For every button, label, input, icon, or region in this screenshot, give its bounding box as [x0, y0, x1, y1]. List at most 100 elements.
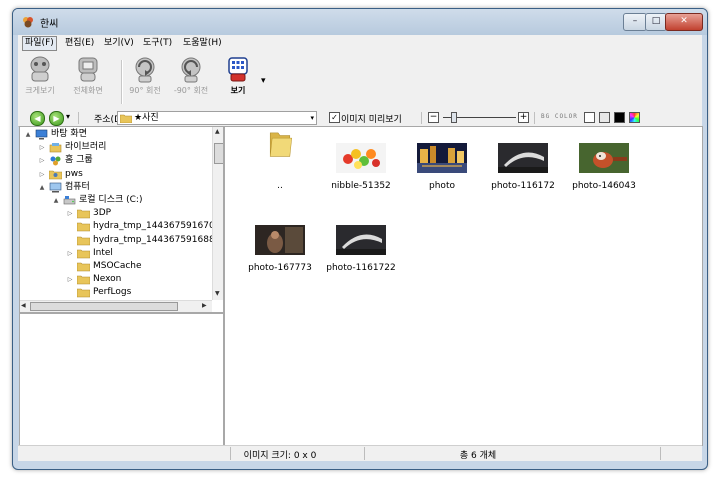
file-item[interactable]: photo-116172 — [483, 129, 563, 207]
tree-item-label: PerfLogs — [93, 287, 132, 298]
library-icon — [49, 143, 62, 153]
file-item-label: photo-1161722 — [326, 263, 396, 273]
preview-pane — [19, 313, 224, 446]
tree-expander-icon[interactable]: ▷ — [66, 273, 74, 286]
zoom-out-button[interactable]: − — [428, 112, 439, 123]
forward-button[interactable]: ▶ — [49, 111, 64, 126]
file-item[interactable]: nibble-51352 — [321, 129, 401, 207]
back-button[interactable]: ◀ — [30, 111, 45, 126]
view-label: 보기 — [230, 86, 246, 95]
toolbar-separator — [121, 60, 123, 104]
tree-vscroll-thumb[interactable] — [214, 143, 223, 164]
bg-swatch-custom[interactable] — [629, 112, 640, 123]
tree-item-label: hydra_tmp_1443675916708 — [93, 221, 221, 232]
folder-icon — [77, 236, 90, 245]
tree-expander-icon[interactable]: ▷ — [38, 154, 46, 167]
status-total: 총 6 개체 — [459, 451, 497, 461]
file-item-label: photo-116172 — [491, 181, 555, 191]
robot-fullscreen-icon — [78, 57, 98, 82]
window-title: 한씨 — [40, 19, 59, 30]
tree-item-label: 바탕 화면 — [51, 129, 87, 139]
tree-expander-icon[interactable]: ▷ — [66, 247, 74, 260]
tree-expander-icon[interactable]: ▷ — [38, 168, 46, 181]
tree-horizontal-scrollbar[interactable]: ◀ ▶ — [20, 300, 212, 312]
close-button[interactable]: ✕ — [665, 13, 703, 31]
tree-expander-icon[interactable]: ▷ — [66, 207, 74, 220]
status-divider — [364, 447, 365, 460]
file-item-label: photo-167773 — [248, 263, 312, 273]
file-item[interactable]: photo — [402, 129, 482, 207]
desktop-icon — [35, 129, 48, 140]
file-item-label: nibble-51352 — [331, 181, 391, 191]
app-icon — [23, 17, 33, 28]
zoom-separator — [534, 112, 535, 124]
tree-expander-icon[interactable]: ▲ — [52, 194, 60, 207]
file-item[interactable]: photo-167773 — [240, 211, 320, 289]
folder-icon — [77, 275, 90, 285]
fit-button[interactable]: 크게보기 — [20, 55, 60, 107]
file-list: .. nibble-51352 photo photo-116172 photo-146… — [224, 126, 703, 446]
tree-hscroll-thumb[interactable] — [30, 302, 178, 311]
status-bar: 이미지 크기: 0 x 0 총 6 개체 — [18, 445, 702, 461]
address-field[interactable]: ★사진 ▾ — [117, 111, 317, 125]
rotate-cw-icon — [135, 57, 155, 83]
zoom-in-button[interactable]: + — [518, 112, 529, 123]
bg-swatch-white[interactable] — [584, 112, 595, 123]
tree-item-label: 컴퓨터 — [65, 181, 90, 192]
folder-icon — [77, 223, 90, 232]
file-item[interactable]: photo-146043 — [564, 129, 644, 207]
tree-expander-icon[interactable]: ▲ — [38, 181, 46, 194]
fit-label: 크게보기 — [25, 86, 55, 95]
fullscreen-label: 전체화면 — [73, 86, 103, 95]
address-dropdown[interactable]: ▾ — [310, 112, 314, 124]
menu-edit[interactable]: 편집(E) — [63, 37, 96, 50]
menu-tools[interactable]: 도구(T) — [141, 37, 174, 50]
image-thumbnail — [498, 143, 548, 173]
view-dropdown-arrow[interactable]: ▾ — [261, 76, 266, 86]
folder-tree: ▲ 바탕 화면 ▷ 라이브러리 ▷ 홈 그룹 ▷ pws ▲ 컴퓨터 ▲ 로컬 디스크 (C:) ▷ 3D… — [19, 126, 224, 313]
file-item[interactable]: photo-1161722 — [321, 211, 401, 289]
preview-separator — [421, 112, 422, 124]
file-item[interactable]: .. — [240, 129, 320, 207]
robot-view-icon — [228, 57, 248, 82]
menu-view[interactable]: 보기(V) — [102, 37, 136, 50]
tree-item-label: Nexon — [93, 274, 122, 285]
zoom-slider-thumb[interactable] — [451, 112, 458, 123]
nav-separator — [78, 112, 79, 124]
bg-swatch-black[interactable] — [614, 112, 625, 123]
robot-fit-icon — [30, 56, 50, 82]
image-thumbnail — [336, 225, 386, 255]
rotate-cw-button[interactable]: 90° 회전 — [124, 55, 166, 107]
menu-file[interactable]: 파일(F) — [22, 36, 57, 51]
bg-swatch-light-gray[interactable] — [599, 112, 610, 123]
scroll-down-arrow[interactable]: ▼ — [215, 290, 220, 297]
tree-item-label: pws — [65, 168, 83, 179]
rotate-ccw-button[interactable]: -90° 회전 — [168, 55, 214, 107]
status-divider — [660, 447, 661, 460]
tree-vertical-scrollbar[interactable]: ▲ ▼ — [212, 127, 223, 300]
scroll-left-arrow[interactable]: ◀ — [21, 302, 26, 309]
image-thumbnail — [336, 143, 386, 173]
rotate-ccw-icon — [181, 57, 201, 83]
bg-color-label: BG COLOR — [541, 113, 578, 120]
file-item-label: .. — [277, 181, 283, 191]
image-thumbnail — [417, 143, 467, 173]
scroll-up-arrow[interactable]: ▲ — [215, 128, 220, 135]
toolbar: 크게보기 전체화면 90° 회전 -90° 회전 보기 ▾ — [18, 52, 702, 111]
address-path: ★사진 — [134, 113, 159, 123]
menu-help[interactable]: 도움말(H) — [181, 37, 224, 50]
scroll-right-arrow[interactable]: ▶ — [202, 302, 207, 309]
view-button[interactable]: 보기 — [220, 55, 256, 107]
folder-icon — [77, 209, 90, 219]
address-bar: ◀ ▶ ▾ 주소(D) ★사진 ▾ ✓ 이미지 미리보기 − + BG COLO… — [18, 110, 702, 127]
history-dropdown[interactable]: ▾ — [66, 112, 70, 121]
tree-expander-icon[interactable]: ▷ — [38, 141, 46, 154]
tree-expander-icon[interactable]: ▲ — [24, 128, 32, 141]
parent-folder-icon — [269, 132, 293, 157]
image-thumbnail — [255, 225, 305, 255]
title-bar[interactable]: 한씨 – □ ✕ — [13, 9, 707, 35]
minimize-button[interactable]: – — [623, 13, 647, 31]
fullscreen-button[interactable]: 전체화면 — [65, 55, 111, 107]
preview-checkbox[interactable]: ✓ — [329, 112, 340, 123]
maximize-button[interactable]: □ — [645, 13, 667, 31]
